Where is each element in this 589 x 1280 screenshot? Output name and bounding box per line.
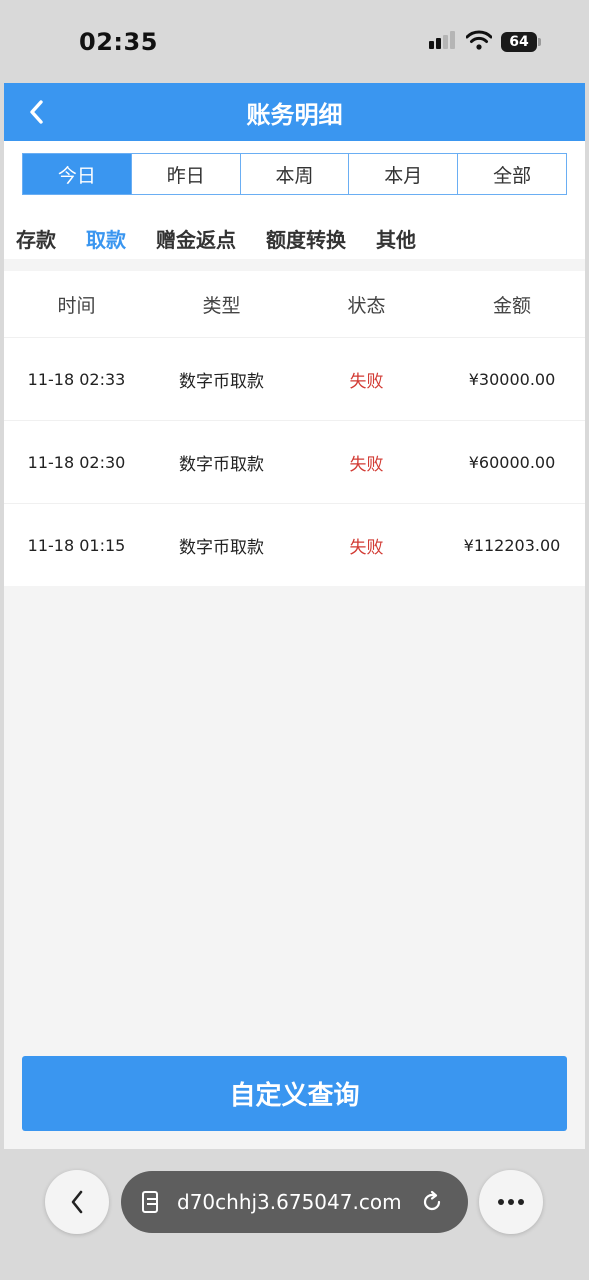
cell-type: 数字币取款	[179, 371, 264, 392]
status-icons: 64	[429, 30, 541, 54]
battery-icon: 64	[501, 32, 541, 52]
app-page: 账务明细 今日 昨日 本周 本月 全部 存款 取款 赠金返点 额度转换 其他 时…	[4, 83, 585, 1149]
cell-status: 失败	[349, 454, 384, 475]
cell-amount: ¥112203.00	[463, 535, 561, 555]
tab-deposit[interactable]: 存款	[16, 224, 56, 256]
transactions-table: 时间 类型 状态 金额 11-18 02:33 数字币取款 失败 ¥30000.…	[4, 271, 585, 586]
page-title: 账务明细	[246, 101, 343, 129]
cell-status: 失败	[349, 371, 384, 392]
url-text: d70chhj3.675047.com	[177, 1190, 402, 1214]
table-header-row: 时间 类型 状态 金额	[4, 271, 585, 338]
cell-status: 失败	[349, 537, 384, 558]
tab-other[interactable]: 其他	[376, 224, 416, 256]
cell-type: 数字币取款	[179, 454, 264, 475]
cell-time: 11-18 01:15	[27, 535, 126, 555]
more-options-button[interactable]	[479, 1170, 543, 1234]
address-bar[interactable]: d70chhj3.675047.com	[121, 1171, 468, 1233]
cellular-signal-icon	[429, 31, 457, 53]
custom-query-button[interactable]: 自定义查询	[22, 1056, 567, 1131]
column-header-status: 状态	[347, 294, 386, 317]
nav-bar: 账务明细	[4, 83, 585, 141]
column-header-type: 类型	[202, 294, 241, 317]
cell-time: 11-18 02:30	[27, 452, 126, 472]
table-row[interactable]: 11-18 02:30 数字币取款 失败 ¥60000.00	[4, 421, 585, 504]
table-row[interactable]: 11-18 01:15 数字币取款 失败 ¥112203.00	[4, 504, 585, 586]
tab-withdrawal[interactable]: 取款	[86, 224, 126, 256]
cell-amount: ¥30000.00	[468, 369, 556, 389]
status-time: 02:35	[79, 28, 158, 56]
date-range-tabs: 今日 昨日 本周 本月 全部	[22, 153, 567, 195]
tab-bonus-rebate[interactable]: 赠金返点	[156, 224, 236, 256]
tab-all[interactable]: 全部	[458, 154, 566, 194]
cell-type: 数字币取款	[179, 537, 264, 558]
page-info-icon[interactable]	[141, 1190, 163, 1214]
browser-back-button[interactable]	[45, 1170, 109, 1234]
filter-panel: 今日 昨日 本周 本月 全部 存款 取款 赠金返点 额度转换 其他	[4, 141, 585, 259]
column-header-time: 时间	[57, 294, 96, 317]
chevron-left-icon	[71, 1190, 83, 1214]
wifi-icon	[465, 30, 493, 54]
more-dots-icon	[498, 1199, 524, 1205]
reload-icon[interactable]	[420, 1190, 444, 1214]
tab-today[interactable]: 今日	[23, 154, 132, 194]
tab-this-week[interactable]: 本周	[240, 154, 350, 194]
transaction-type-tabs: 存款 取款 赠金返点 额度转换 其他	[16, 224, 446, 256]
status-bar: 02:35 64	[0, 0, 589, 82]
tab-this-month[interactable]: 本月	[349, 154, 459, 194]
cell-time: 11-18 02:33	[27, 369, 126, 389]
table-row[interactable]: 11-18 02:33 数字币取款 失败 ¥30000.00	[4, 338, 585, 421]
cell-amount: ¥60000.00	[468, 452, 556, 472]
tab-yesterday[interactable]: 昨日	[131, 154, 241, 194]
column-header-amount: 金额	[492, 294, 531, 317]
browser-toolbar: d70chhj3.675047.com	[0, 1149, 589, 1280]
tab-credit-transfer[interactable]: 额度转换	[266, 224, 346, 256]
